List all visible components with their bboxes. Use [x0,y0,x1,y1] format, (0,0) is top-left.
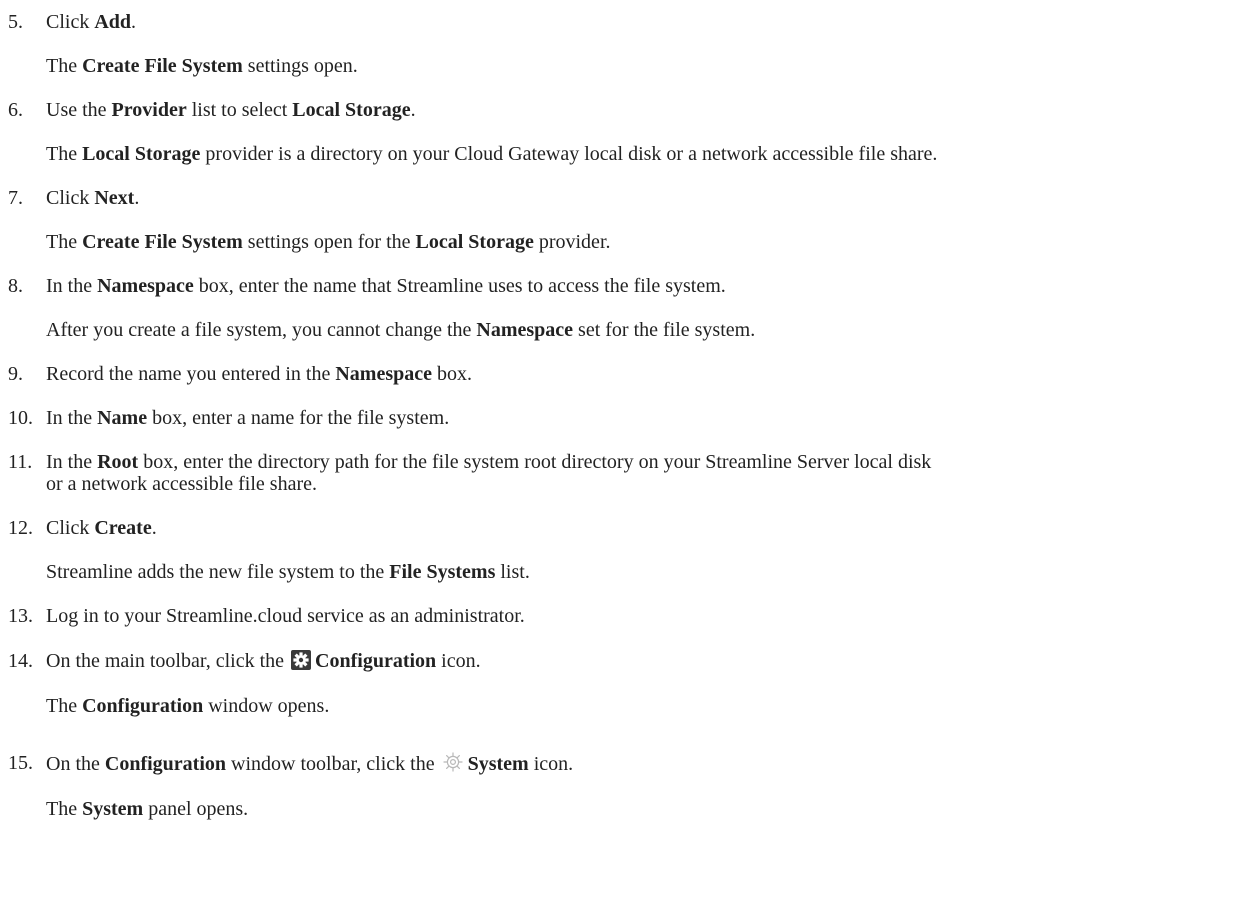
step-11-continuation: or a network accessible file share. [46,473,317,495]
step-text: Click Next. [46,187,140,209]
step-text: Log in to your Streamline.cloud service … [46,605,525,627]
step-text: In the Name box, enter a name for the fi… [46,407,450,429]
step-text: Record the name you entered in the Names… [46,363,472,385]
step-text: Click Create. [46,517,157,539]
step-number: 6. [8,99,23,121]
step-number: 12. [8,517,33,539]
step-14-description: The Configuration window opens. [46,695,330,717]
step-number: 11. [8,451,33,473]
step-15-description: The System panel opens. [46,798,249,820]
step-8-description: After you create a file system, you cann… [46,319,756,341]
step-text: On the main toolbar, click the Configura… [46,649,481,676]
step-6-description: The Local Storage provider is a director… [46,143,938,165]
configuration-gear-icon [291,650,312,676]
step-number: 7. [8,187,23,209]
step-number: 14. [8,650,33,672]
step-number: 15. [8,752,33,774]
step-text: In the Namespace box, enter the name tha… [46,275,726,297]
step-text: In the Root box, enter the directory pat… [46,451,932,473]
step-12-description: Streamline adds the new file system to t… [46,561,530,583]
step-text: On the Configuration window toolbar, cli… [46,751,573,779]
step-5-description: The Create File System settings open. [46,55,358,77]
step-text: Use the Provider list to select Local St… [46,99,416,121]
step-number: 5. [8,11,23,33]
step-number: 8. [8,275,23,297]
step-number: 13. [8,605,33,627]
step-7-description: The Create File System settings open for… [46,231,611,253]
system-gear-icon [442,751,464,779]
step-text: Click Add. [46,11,137,33]
step-number: 9. [8,363,23,385]
step-number: 10. [8,407,33,429]
